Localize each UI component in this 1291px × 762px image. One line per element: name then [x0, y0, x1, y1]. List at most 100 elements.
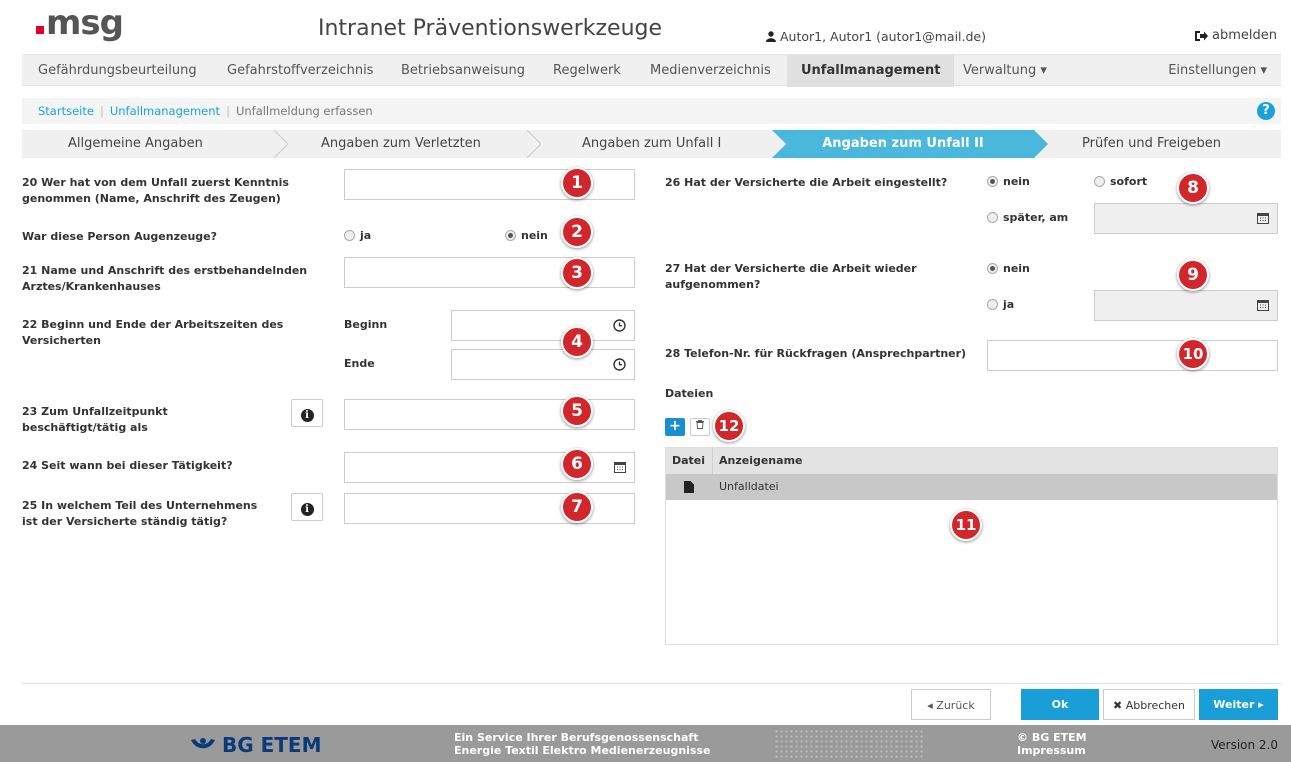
help-icon[interactable]: ?: [1257, 102, 1275, 120]
svg-text:msg: msg: [46, 6, 123, 42]
annotation-badge-2: 2: [561, 216, 593, 248]
step-angaben-unfall-2[interactable]: Angaben zum Unfall II: [772, 130, 1048, 158]
app-title: Intranet Präventionswerkzeuge: [318, 16, 663, 41]
nav-verwaltung[interactable]: Verwaltung ▾: [963, 55, 1047, 87]
annotation-badge-1: 1: [561, 167, 593, 199]
files-label: Dateien: [665, 387, 714, 400]
step-separator: [527, 130, 541, 158]
q20b-radio-nein[interactable]: nein: [505, 229, 548, 242]
bg-etem-logo: BG ETEM: [190, 733, 322, 757]
annotation-badge-6: 6: [561, 448, 593, 480]
clock-icon[interactable]: [613, 358, 626, 371]
q28-label: 28 Telefon-Nr. für Rückfragen (Ansprechp…: [665, 347, 967, 360]
impressum-link[interactable]: Impressum: [1017, 744, 1087, 757]
main-nav: Gefährdungsbeurteilung Gefahrstoffverzei…: [22, 54, 1281, 87]
q26-label: 26 Hat der Versicherte die Arbeit einges…: [665, 176, 948, 189]
q22-ende-input[interactable]: [451, 349, 635, 380]
q22-beginn-input[interactable]: [451, 310, 635, 341]
q26-radio-spaeter[interactable]: später, am: [987, 211, 1068, 224]
footer-brand: BG ETEM: [222, 733, 322, 757]
q21-label: 21 Name und Anschrift des erstbehandelnd…: [22, 264, 308, 293]
cancel-button[interactable]: ✖ Abbrechen: [1103, 689, 1195, 720]
info-icon: i: [300, 409, 314, 422]
q27-date-input[interactable]: [1094, 290, 1278, 321]
info-icon: i: [300, 503, 314, 516]
table-row[interactable]: Unfalldatei: [666, 474, 1277, 500]
q20-label: 20 Wer hat von dem Unfall zuerst Kenntni…: [22, 176, 289, 205]
next-button[interactable]: Weiter ▸: [1199, 689, 1278, 720]
step-pruefen-freigeben[interactable]: Prüfen und Freigeben: [1082, 130, 1221, 158]
footer-service-line2: Energie Textil Elektro Medienerzeugnisse: [454, 744, 711, 757]
q28-input[interactable]: [987, 340, 1278, 371]
q25-info-button[interactable]: i: [291, 493, 323, 521]
q26-radio-nein[interactable]: nein: [987, 175, 1030, 188]
q22-beginn-label: Beginn: [344, 318, 388, 331]
q27-radio-nein[interactable]: nein: [987, 262, 1030, 275]
nav-betriebsanweisung[interactable]: Betriebsanweisung: [401, 55, 525, 87]
ok-button[interactable]: Ok: [1021, 689, 1099, 720]
q23-info-button[interactable]: i: [291, 399, 323, 427]
nav-einstellungen[interactable]: Einstellungen ▾: [1168, 55, 1267, 87]
radio-circle: [344, 230, 355, 241]
nav-gefahrstoffverzeichnis[interactable]: Gefahrstoffverzeichnis: [227, 55, 373, 87]
breadcrumb-unfallmanagement[interactable]: Unfallmanagement: [110, 104, 220, 118]
breadcrumb-startseite[interactable]: Startseite: [38, 104, 94, 118]
annotation-badge-10: 10: [1177, 338, 1209, 370]
nav-regelwerk[interactable]: Regelwerk: [553, 55, 621, 87]
logout-link[interactable]: abmelden: [1194, 28, 1277, 43]
nav-gefaehrdungsbeurteilung[interactable]: Gefährdungsbeurteilung: [38, 55, 197, 87]
delete-file-button[interactable]: [690, 418, 710, 436]
q20b-radio-ja[interactable]: ja: [344, 229, 371, 242]
file-name: Unfalldatei: [719, 480, 779, 493]
radio-circle: [987, 212, 998, 223]
footer-version: Version 2.0: [1210, 738, 1278, 752]
annotation-badge-12: 12: [713, 410, 745, 442]
q26-date-input[interactable]: [1094, 203, 1278, 234]
q27-radio-ja[interactable]: ja: [987, 298, 1014, 311]
step-separator: [274, 130, 288, 158]
calendar-icon[interactable]: [614, 461, 626, 473]
radio-label: nein: [1003, 262, 1030, 275]
files-table-header: Datei Anzeigename: [666, 448, 1277, 474]
footer-service: Ein Service Ihrer Berufsgenossenschaft E…: [454, 731, 710, 757]
q26-radio-sofort[interactable]: sofort: [1094, 175, 1147, 188]
wizard-steps: Allgemeine Angaben Angaben zum Verletzte…: [22, 130, 1281, 158]
user-name: Autor1, Autor1 (autor1@mail.de): [779, 29, 986, 44]
annotation-badge-3: 3: [561, 257, 593, 289]
nav-unfallmanagement[interactable]: Unfallmanagement: [787, 55, 955, 87]
calendar-icon[interactable]: [1257, 299, 1269, 311]
calendar-icon[interactable]: [1257, 212, 1269, 224]
clock-icon[interactable]: [613, 319, 626, 332]
radio-label: später, am: [1003, 211, 1069, 224]
step-allgemeine-angaben[interactable]: Allgemeine Angaben: [68, 130, 203, 158]
q27-label: 27 Hat der Versicherte die Arbeit wieder…: [665, 262, 917, 291]
radio-label: nein: [1003, 175, 1030, 188]
page-footer: BG ETEM Ein Service Ihrer Berufsgenossen…: [0, 725, 1291, 762]
step-angaben-unfall-1[interactable]: Angaben zum Unfall I: [582, 130, 721, 158]
footer-dot-pattern: [774, 729, 924, 759]
radio-label: sofort: [1110, 175, 1148, 188]
back-button[interactable]: ◂ Zurück: [911, 689, 991, 720]
radio-label: ja: [360, 229, 372, 242]
logout-icon: [1195, 30, 1209, 41]
radio-label: nein: [521, 229, 548, 242]
msg-logo: msg: [36, 3, 146, 49]
q22-label: 22 Beginn und Ende der Arbeitszeiten des…: [22, 318, 284, 347]
radio-circle: [1094, 176, 1105, 187]
bg-etem-mark-icon: [191, 738, 215, 749]
file-icon: [684, 481, 694, 493]
step-angaben-verletzten[interactable]: Angaben zum Verletzten: [321, 130, 481, 158]
nav-medienverzeichnis[interactable]: Medienverzeichnis: [650, 55, 771, 87]
annotation-badge-8: 8: [1177, 172, 1209, 204]
annotation-badge-9: 9: [1177, 259, 1209, 291]
q20b-label: War diese Person Augenzeuge?: [22, 230, 217, 243]
radio-label: ja: [1003, 298, 1015, 311]
add-file-button[interactable]: +: [665, 418, 685, 436]
files-table: Datei Anzeigename Unfalldatei: [665, 447, 1278, 645]
user-icon: [766, 31, 776, 42]
col-datei: Datei: [672, 454, 706, 467]
copyright-text: © BG ETEM: [1017, 731, 1087, 744]
annotation-badge-11: 11: [950, 509, 982, 541]
footer-divider: [22, 683, 1281, 684]
footer-service-line1: Ein Service Ihrer Berufsgenossenschaft: [454, 731, 699, 744]
